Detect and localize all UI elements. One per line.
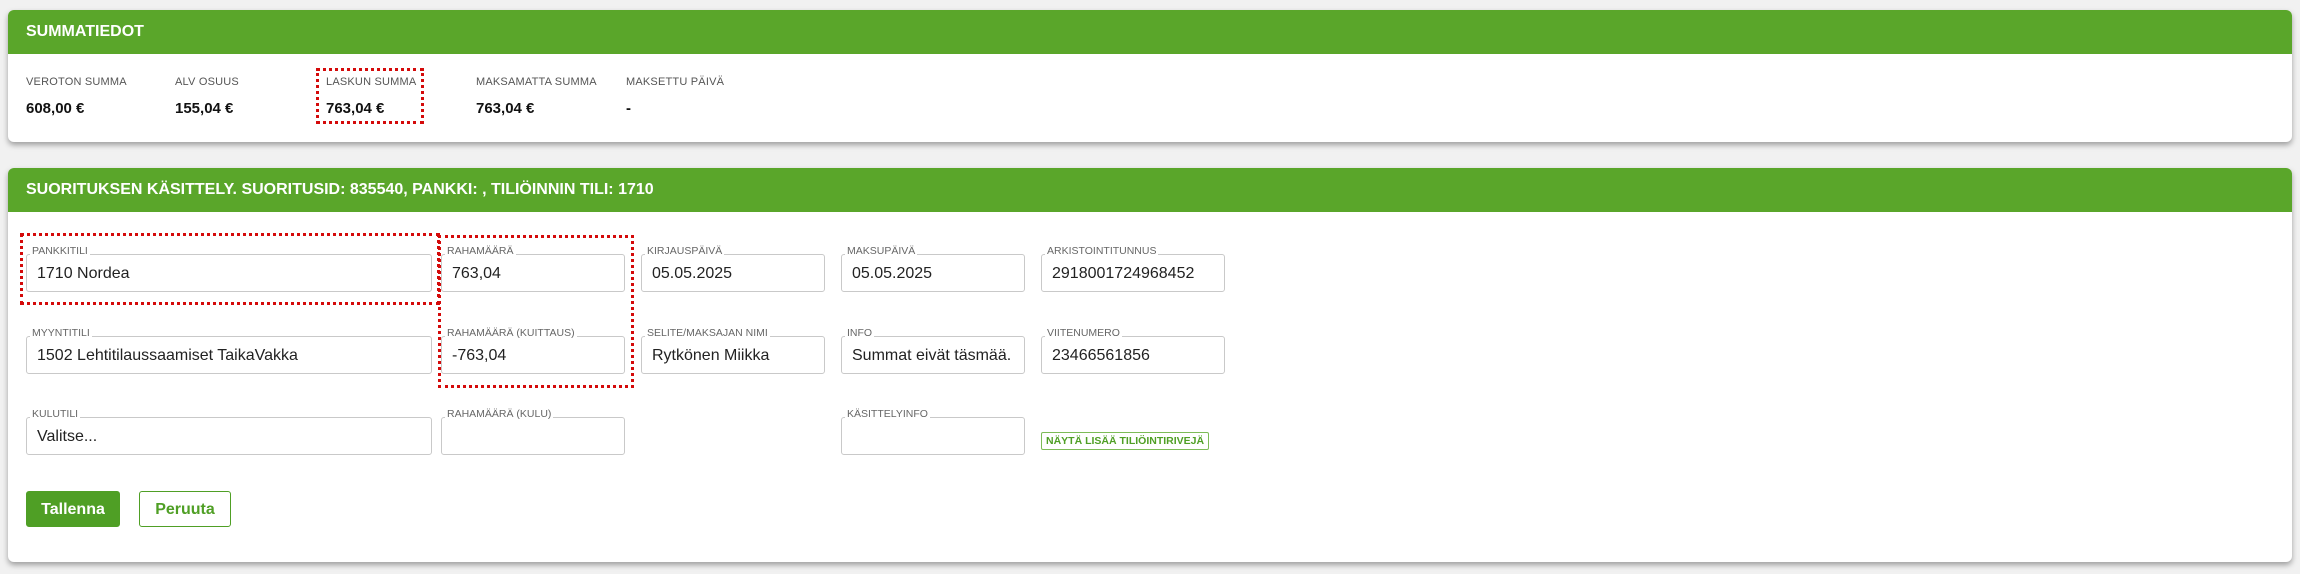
sum-veroton: VEROTON SUMMA 608,00 € <box>26 76 127 117</box>
info-value: Summat eivät täsmää. <box>852 347 1012 364</box>
maksupaiva-field[interactable]: MAKSUPÄIVÄ 05.05.2025 <box>841 245 1025 292</box>
sum-laskun-label: LASKUN SUMMA <box>326 76 417 88</box>
kulutili-select[interactable]: KULUTILI Valitse... <box>26 408 432 455</box>
sum-veroton-value: 608,00 € <box>26 100 85 117</box>
payment-header: SUORITUKSEN KÄSITTELY. SUORITUSID: 83554… <box>8 168 2292 212</box>
sum-alv-value: 155,04 € <box>175 100 234 117</box>
myyntitili-label: MYYNTITILI <box>30 327 92 339</box>
selite-label: SELITE/MAKSAJAN NIMI <box>645 327 770 339</box>
viitenumero-label: VIITENUMERO <box>1045 327 1122 339</box>
kirjauspaiva-value: 05.05.2025 <box>652 265 733 282</box>
kulutili-value: Valitse... <box>37 428 98 445</box>
kirjauspaiva-field[interactable]: KIRJAUSPÄIVÄ 05.05.2025 <box>641 245 825 292</box>
sum-maksamatta: MAKSAMATTA SUMMA 763,04 € <box>476 76 597 117</box>
kulutili-label: KULUTILI <box>30 408 81 420</box>
rahamaara-value: 763,04 <box>452 265 501 282</box>
rahamaara-kuittaus-label: RAHAMÄÄRÄ (KUITTAUS) <box>445 327 577 339</box>
arkistointitunnus-label: ARKISTOINTITUNNUS <box>1045 245 1159 257</box>
rahamaara-label: RAHAMÄÄRÄ <box>445 245 516 257</box>
selite-field[interactable]: SELITE/MAKSAJAN NIMI Rytkönen Miikka <box>641 327 825 374</box>
viitenumero-value: 23466561856 <box>1052 347 1150 364</box>
sum-veroton-label: VEROTON SUMMA <box>26 76 127 88</box>
myyntitili-value: 1502 Lehtitilaussaamiset TaikaVakka <box>37 347 298 364</box>
show-more-rows-link[interactable]: NÄYTÄ LISÄÄ TILIÖINTIRIVEJÄ <box>1041 432 1210 450</box>
kirjauspaiva-label: KIRJAUSPÄIVÄ <box>645 245 725 257</box>
rahamaara-field[interactable]: RAHAMÄÄRÄ 763,04 <box>441 245 625 292</box>
pankkitili-label: PANKKITILI <box>30 245 90 257</box>
kasittelyinfo-field[interactable]: KÄSITTELYINFO <box>841 408 1025 455</box>
rahamaara-kulu-field[interactable]: RAHAMÄÄRÄ (KULU) <box>441 408 625 455</box>
info-label: INFO <box>845 327 875 339</box>
sum-maksamatta-label: MAKSAMATTA SUMMA <box>476 76 597 88</box>
sum-maksettu: MAKSETTU PÄIVÄ - <box>626 76 724 117</box>
maksupaiva-value: 05.05.2025 <box>852 265 933 282</box>
sum-laskun: LASKUN SUMMA 763,04 € <box>326 76 416 117</box>
rahamaara-kuittaus-field[interactable]: RAHAMÄÄRÄ (KUITTAUS) -763,04 <box>441 327 625 374</box>
sum-laskun-value: 763,04 € <box>326 100 385 117</box>
cancel-button[interactable]: Peruuta <box>139 491 231 527</box>
kasittelyinfo-label: KÄSITTELYINFO <box>845 408 930 420</box>
pankkitili-value: 1710 Nordea <box>37 265 130 282</box>
sum-maksettu-label: MAKSETTU PÄIVÄ <box>626 76 725 88</box>
selite-value: Rytkönen Miikka <box>652 347 770 364</box>
myyntitili-field[interactable]: MYYNTITILI 1502 Lehtitilaussaamiset Taik… <box>26 327 432 374</box>
arkistointitunnus-field[interactable]: ARKISTOINTITUNNUS 2918001724968452 <box>1041 245 1225 292</box>
sum-maksamatta-value: 763,04 € <box>476 100 535 117</box>
info-field[interactable]: INFO Summat eivät täsmää. <box>841 327 1025 374</box>
pankkitili-field[interactable]: PANKKITILI 1710 Nordea <box>26 245 432 292</box>
sum-alv-label: ALV OSUUS <box>175 76 239 88</box>
save-button[interactable]: Tallenna <box>26 491 120 527</box>
rahamaara-kuittaus-value: -763,04 <box>452 347 507 364</box>
viitenumero-field[interactable]: VIITENUMERO 23466561856 <box>1041 327 1225 374</box>
sum-maksettu-value: - <box>626 100 631 117</box>
rahamaara-kulu-label: RAHAMÄÄRÄ (KULU) <box>445 408 554 420</box>
arkistointitunnus-value: 2918001724968452 <box>1052 265 1195 282</box>
summary-card: SUMMATIEDOT VEROTON SUMMA 608,00 € ALV O… <box>8 10 2292 142</box>
sum-alv: ALV OSUUS 155,04 € <box>175 76 239 117</box>
payment-card: SUORITUKSEN KÄSITTELY. SUORITUSID: 83554… <box>8 168 2292 562</box>
summary-header: SUMMATIEDOT <box>8 10 2292 54</box>
maksupaiva-label: MAKSUPÄIVÄ <box>845 245 918 257</box>
